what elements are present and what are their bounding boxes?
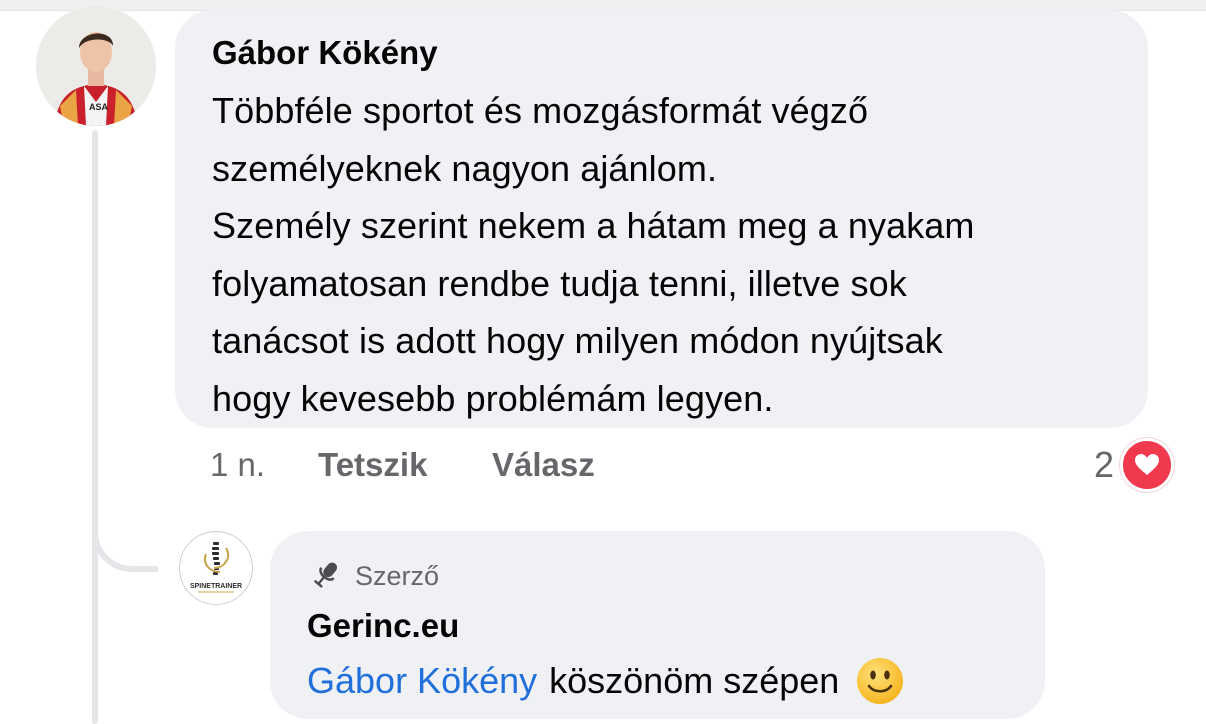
- reply-author-name[interactable]: Gerinc.eu: [307, 605, 1045, 647]
- commenter-avatar[interactable]: ASA: [36, 6, 156, 126]
- heart-reaction-badge: [1120, 438, 1175, 492]
- comment-bubble: Gábor Kökény Többféle sportot és mozgásf…: [175, 10, 1148, 428]
- user-avatar-icon: ASA: [36, 6, 156, 126]
- page-avatar[interactable]: SPINETRAINER: [179, 531, 253, 605]
- microphone-icon: [307, 559, 343, 593]
- reply-text: Gábor Kökény köszönöm szépen: [307, 653, 1045, 709]
- like-button[interactable]: Tetszik: [318, 446, 492, 484]
- author-badge: Szerző: [307, 557, 1045, 595]
- comment-actions: 1 n. Tetszik Válasz: [210, 446, 595, 484]
- spinetrainer-logo-icon: SPINETRAINER: [181, 533, 251, 603]
- svg-text:ASA: ASA: [89, 102, 109, 112]
- smiling-face-emoji-icon: [855, 656, 905, 706]
- reaction-summary[interactable]: 2: [1094, 438, 1175, 492]
- author-badge-label: Szerző: [355, 560, 440, 591]
- thread-connector: [92, 470, 158, 572]
- thread-line: [92, 130, 98, 724]
- comment-author-name[interactable]: Gábor Kökény: [212, 32, 1118, 74]
- reply-message: köszönöm szépen: [549, 660, 840, 701]
- reaction-count: 2: [1094, 444, 1115, 485]
- svg-text:SPINETRAINER: SPINETRAINER: [190, 583, 242, 590]
- comment-text: Többféle sportot és mozgásformát végző s…: [212, 90, 975, 419]
- mention-link[interactable]: Gábor Kökény: [307, 653, 537, 709]
- reply-bubble: Szerző Gerinc.eu Gábor Kökény köszönöm s…: [270, 531, 1045, 719]
- heart-icon: [1135, 454, 1160, 475]
- comment-timestamp[interactable]: 1 n.: [210, 446, 318, 484]
- reply-button[interactable]: Válasz: [492, 446, 595, 484]
